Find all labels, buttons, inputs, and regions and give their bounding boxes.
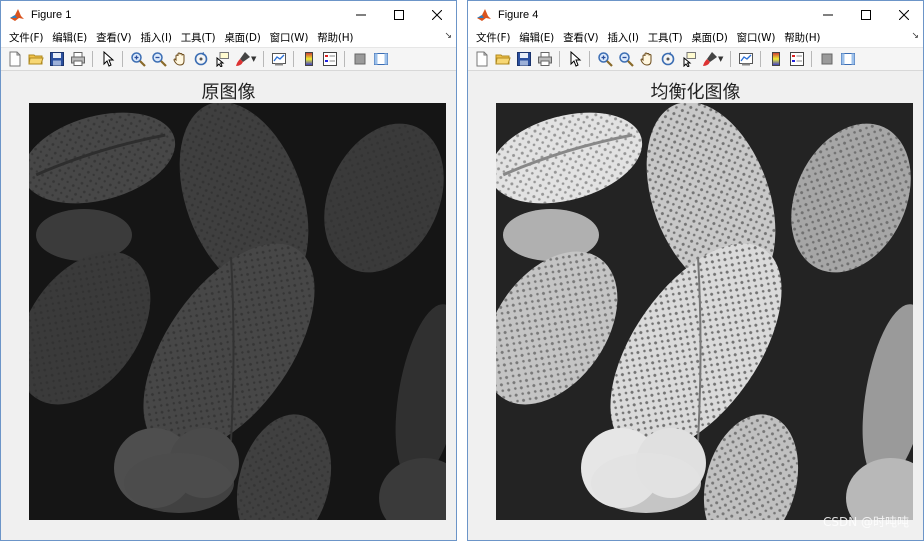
edit-plot-icon[interactable] bbox=[567, 51, 583, 67]
maximize-icon bbox=[861, 9, 871, 20]
close-icon bbox=[899, 9, 909, 20]
menu-view[interactable]: 查看(V) bbox=[559, 30, 603, 45]
toolbar-separator bbox=[730, 51, 732, 67]
menu-window[interactable]: 窗口(W) bbox=[733, 30, 781, 45]
csdn-watermark: CSDN @时吨吨 bbox=[822, 515, 909, 529]
figure-window-1[interactable]: Figure 1 文件(F) 编辑(E) 查看(V) 插入(I) 工具(T) 桌… bbox=[0, 0, 457, 541]
show-plot-tools-icon[interactable] bbox=[840, 51, 856, 67]
menu-window[interactable]: 窗口(W) bbox=[266, 30, 314, 45]
title-bar[interactable]: Figure 1 bbox=[1, 1, 456, 28]
toolbar-separator bbox=[760, 51, 762, 67]
figure-toolbar: ▼ bbox=[468, 48, 923, 71]
toolbar-separator bbox=[293, 51, 295, 67]
legend-icon[interactable] bbox=[322, 51, 338, 67]
data-cursor-icon[interactable] bbox=[681, 51, 697, 67]
axes-title: 均衡化图像 bbox=[650, 82, 741, 103]
zoom-out-icon[interactable] bbox=[151, 51, 167, 67]
dock-arrow-icon[interactable]: ↘ bbox=[444, 31, 452, 41]
figure-toolbar: ▼ bbox=[1, 48, 456, 71]
new-figure-icon[interactable] bbox=[474, 51, 490, 67]
rotate-icon[interactable] bbox=[193, 51, 209, 67]
brush-icon[interactable] bbox=[702, 51, 718, 67]
link-plot-icon[interactable] bbox=[271, 51, 287, 67]
save-icon[interactable] bbox=[49, 51, 65, 67]
minimize-button[interactable] bbox=[809, 1, 847, 28]
save-icon[interactable] bbox=[516, 51, 532, 67]
brush-dropdown-icon[interactable]: ▼ bbox=[251, 55, 256, 63]
menu-desktop[interactable]: 桌面(D) bbox=[687, 30, 732, 45]
print-icon[interactable] bbox=[70, 51, 86, 67]
window-title: Figure 4 bbox=[498, 8, 539, 21]
figure-window-4[interactable]: Figure 4 文件(F) 编辑(E) 查看(V) 插入(I) 工具(T) 桌… bbox=[467, 0, 924, 541]
axes-title: 原图像 bbox=[201, 82, 256, 103]
toolbar-separator bbox=[122, 51, 123, 67]
toolbar-separator bbox=[811, 51, 813, 67]
maximize-button[interactable] bbox=[847, 1, 885, 28]
maximize-icon bbox=[394, 9, 404, 20]
zoom-in-icon[interactable] bbox=[130, 51, 146, 67]
title-bar[interactable]: Figure 4 bbox=[468, 1, 923, 28]
original-image[interactable] bbox=[29, 103, 446, 520]
hide-plot-tools-icon[interactable] bbox=[819, 51, 835, 67]
menu-view[interactable]: 查看(V) bbox=[92, 30, 136, 45]
brush-icon[interactable] bbox=[235, 51, 251, 67]
equalized-image[interactable] bbox=[496, 103, 913, 520]
colorbar-icon[interactable] bbox=[301, 51, 317, 67]
link-plot-icon[interactable] bbox=[738, 51, 754, 67]
toolbar-separator bbox=[344, 51, 346, 67]
menu-bar: 文件(F) 编辑(E) 查看(V) 插入(I) 工具(T) 桌面(D) 窗口(W… bbox=[1, 28, 456, 48]
hide-plot-tools-icon[interactable] bbox=[352, 51, 368, 67]
show-plot-tools-icon[interactable] bbox=[373, 51, 389, 67]
menu-file[interactable]: 文件(F) bbox=[472, 30, 515, 45]
zoom-in-icon[interactable] bbox=[597, 51, 613, 67]
minimize-icon bbox=[823, 14, 833, 15]
close-icon bbox=[432, 9, 442, 20]
menu-insert[interactable]: 插入(I) bbox=[603, 30, 643, 45]
new-figure-icon[interactable] bbox=[7, 51, 23, 67]
dock-arrow-icon[interactable]: ↘ bbox=[911, 31, 919, 41]
toolbar-separator bbox=[263, 51, 265, 67]
toolbar-separator bbox=[559, 51, 560, 67]
zoom-out-icon[interactable] bbox=[618, 51, 634, 67]
toolbar-separator bbox=[92, 51, 93, 67]
colorbar-icon[interactable] bbox=[768, 51, 784, 67]
menu-tools[interactable]: 工具(T) bbox=[177, 30, 221, 45]
matlab-icon bbox=[10, 8, 24, 21]
open-file-icon[interactable] bbox=[27, 51, 44, 67]
pan-icon[interactable] bbox=[172, 51, 188, 67]
menu-help[interactable]: 帮助(H) bbox=[780, 30, 825, 45]
close-button[interactable] bbox=[418, 1, 456, 28]
menu-file[interactable]: 文件(F) bbox=[5, 30, 48, 45]
menu-bar: 文件(F) 编辑(E) 查看(V) 插入(I) 工具(T) 桌面(D) 窗口(W… bbox=[468, 28, 923, 48]
window-title: Figure 1 bbox=[31, 8, 72, 21]
menu-edit[interactable]: 编辑(E) bbox=[515, 30, 559, 45]
toolbar-separator bbox=[589, 51, 590, 67]
data-cursor-icon[interactable] bbox=[214, 51, 230, 67]
print-icon[interactable] bbox=[537, 51, 553, 67]
brush-dropdown-icon[interactable]: ▼ bbox=[718, 55, 723, 63]
menu-edit[interactable]: 编辑(E) bbox=[48, 30, 92, 45]
edit-plot-icon[interactable] bbox=[100, 51, 116, 67]
rotate-icon[interactable] bbox=[660, 51, 676, 67]
menu-help[interactable]: 帮助(H) bbox=[313, 30, 358, 45]
menu-desktop[interactable]: 桌面(D) bbox=[220, 30, 265, 45]
pan-icon[interactable] bbox=[639, 51, 655, 67]
open-file-icon[interactable] bbox=[494, 51, 511, 67]
minimize-button[interactable] bbox=[342, 1, 380, 28]
menu-insert[interactable]: 插入(I) bbox=[136, 30, 176, 45]
matlab-icon bbox=[477, 8, 491, 21]
legend-icon[interactable] bbox=[789, 51, 805, 67]
minimize-icon bbox=[356, 14, 366, 15]
menu-tools[interactable]: 工具(T) bbox=[644, 30, 688, 45]
close-button[interactable] bbox=[885, 1, 923, 28]
maximize-button[interactable] bbox=[380, 1, 418, 28]
